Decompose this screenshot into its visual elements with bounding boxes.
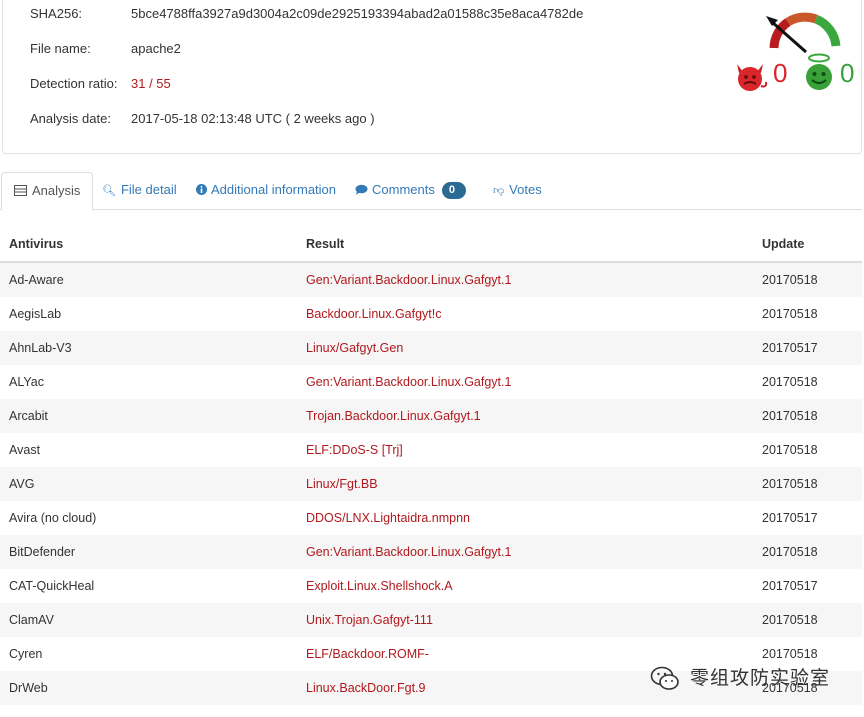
update-date: 20170518 [762, 375, 818, 389]
antivirus-name: ALYac [9, 375, 44, 389]
column-header-update[interactable]: Update [753, 226, 862, 263]
comments-count-badge: 0 [441, 182, 466, 199]
antivirus-name: AegisLab [9, 307, 62, 321]
table-row: CAT-QuickHeal Exploit.Linux.Shellshock.A 2… [0, 569, 862, 603]
update-date: 20170518 [753, 535, 862, 569]
tab-additional-information-label: Additional information [211, 182, 337, 197]
analysis-date-label: Analysis date: [30, 111, 111, 126]
detection-result[interactable]: ELF/Backdoor.ROMF- [297, 637, 753, 671]
detection-ratio-label: Detection ratio: [30, 76, 118, 91]
table-body: Ad-Aware Gen:Variant.Backdoor.Linux.Gafgy… [0, 262, 862, 705]
antivirus-name: Cyren [9, 647, 43, 661]
update-date: 20170517 [762, 579, 818, 593]
tab-file-detail[interactable]: 🔍︎ File detail [102, 172, 177, 208]
info-icon [196, 184, 207, 195]
wechat-icon [650, 666, 679, 690]
table-row: Avira (no cloud) DDOS/LNX.Lightaidra.nmpn… [0, 501, 862, 535]
tab-additional-information[interactable]: Additional information [196, 172, 336, 208]
detection-result[interactable]: Linux/Fgt.BB [297, 467, 753, 501]
sha256-value: 5bce4788ffa3927a9d3004a2c09de2925193394a… [131, 6, 584, 21]
thumbs-down-icon: 👎︎ [493, 185, 505, 197]
antivirus-name: AVG [0, 467, 297, 501]
detection-result[interactable]: Linux.BackDoor.Fgt.9 [297, 671, 753, 705]
community-score-gauge-icon [766, 12, 841, 54]
magnifier-icon: 🔍︎ [102, 185, 116, 197]
detection-result[interactable]: Trojan.Backdoor.Linux.Gafgyt.1 [297, 399, 753, 433]
update-date: 20170518 [762, 443, 818, 457]
detection-result[interactable]: Gen:Variant.Backdoor.Linux.Gafgyt.1 [297, 262, 753, 297]
antivirus-name: DrWeb [0, 671, 297, 705]
antivirus-name: Avira (no cloud) [9, 511, 97, 525]
detection-result[interactable]: Gen:Variant.Backdoor.Linux.Gafgyt.1 [297, 535, 753, 569]
antivirus-name: Ad-Aware [0, 262, 297, 297]
tab-file-detail-label: File detail [120, 182, 177, 197]
table-row: ALYac Gen:Variant.Backdoor.Linux.Gafgyt.1… [0, 365, 862, 399]
column-header-result[interactable]: Result [297, 226, 753, 263]
angel-face-icon [806, 53, 832, 90]
table-row: BitDefender Gen:Variant.Backdoor.Linux.Ga… [0, 535, 862, 569]
detection-ratio-value: 31 / 55 [131, 76, 171, 91]
tab-votes-label: Votes [509, 182, 542, 197]
table-row: AhnLab-V3 Linux/Gafgyt.Gen 20170517 [0, 331, 862, 365]
update-date: 20170518 [762, 307, 818, 321]
table-row: ClamAV Unix.Trojan.Gafgyt-111 20170518 [0, 603, 862, 637]
table-row: Arcabit Trojan.Backdoor.Linux.Gafgyt.1 201… [0, 399, 862, 433]
tab-analysis-label: Analysis [32, 183, 81, 198]
detection-result[interactable]: Gen:Variant.Backdoor.Linux.Gafgyt.1 [297, 365, 753, 399]
devil-face-icon [737, 64, 768, 91]
comment-icon [355, 184, 368, 195]
update-date: 20170518 [753, 603, 862, 637]
report-tabs: Analysis 🔍︎ File detail Additional inform… [0, 172, 862, 211]
tab-analysis[interactable]: Analysis [1, 172, 94, 211]
watermark-text: 零组攻防实验室 [690, 668, 831, 689]
update-date: 20170518 [753, 467, 862, 501]
tab-votes[interactable]: 👎︎ Votes [493, 172, 542, 208]
table-header-row: Antivirus Result Update [0, 226, 862, 263]
detection-result[interactable]: Linux/Gafgyt.Gen [297, 331, 753, 365]
update-date: 20170517 [762, 511, 818, 525]
antivirus-name: CAT-QuickHeal [9, 579, 95, 593]
table-icon [14, 185, 27, 196]
sha256-label: SHA256: [30, 6, 83, 21]
update-date: 20170518 [753, 399, 862, 433]
table-row: Avast ELF:DDoS-S [Trj] 20170518 [0, 433, 862, 467]
filename-value: apache2 [131, 41, 181, 56]
antivirus-name: ClamAV [0, 603, 297, 637]
antivirus-results-table: Antivirus Result Update Ad-Aware Gen:Vari… [0, 226, 862, 705]
harmless-votes-count: 0 [840, 58, 855, 88]
malicious-votes-count: 0 [773, 58, 788, 88]
column-header-antivirus[interactable]: Antivirus [0, 226, 297, 263]
detection-result[interactable]: Unix.Trojan.Gafgyt-111 [297, 603, 753, 637]
update-date: 20170518 [753, 262, 862, 297]
table-row: Ad-Aware Gen:Variant.Backdoor.Linux.Gafgy… [0, 262, 862, 297]
antivirus-name: Arcabit [0, 399, 297, 433]
analysis-date-value: 2017-05-18 02:13:48 UTC ( 2 weeks ago ) [131, 111, 375, 126]
tab-comments[interactable]: Comments 0 [355, 172, 466, 208]
filename-label: File name: [30, 41, 91, 56]
antivirus-name: AhnLab-V3 [0, 331, 297, 365]
antivirus-name: BitDefender [0, 535, 297, 569]
update-date: 20170517 [753, 331, 862, 365]
table-row: AegisLab Backdoor.Linux.Gafgyt!c 20170518 [0, 297, 862, 331]
table-row: AVG Linux/Fgt.BB 20170518 [0, 467, 862, 501]
detection-result[interactable]: DDOS/LNX.Lightaidra.nmpnn [297, 501, 753, 535]
tab-comments-label: Comments [372, 182, 435, 197]
antivirus-name: Avast [9, 443, 41, 457]
detection-result[interactable]: Backdoor.Linux.Gafgyt!c [297, 297, 753, 331]
detection-result[interactable]: Exploit.Linux.Shellshock.A [297, 569, 753, 603]
detection-result[interactable]: ELF:DDoS-S [Trj] [297, 433, 753, 467]
